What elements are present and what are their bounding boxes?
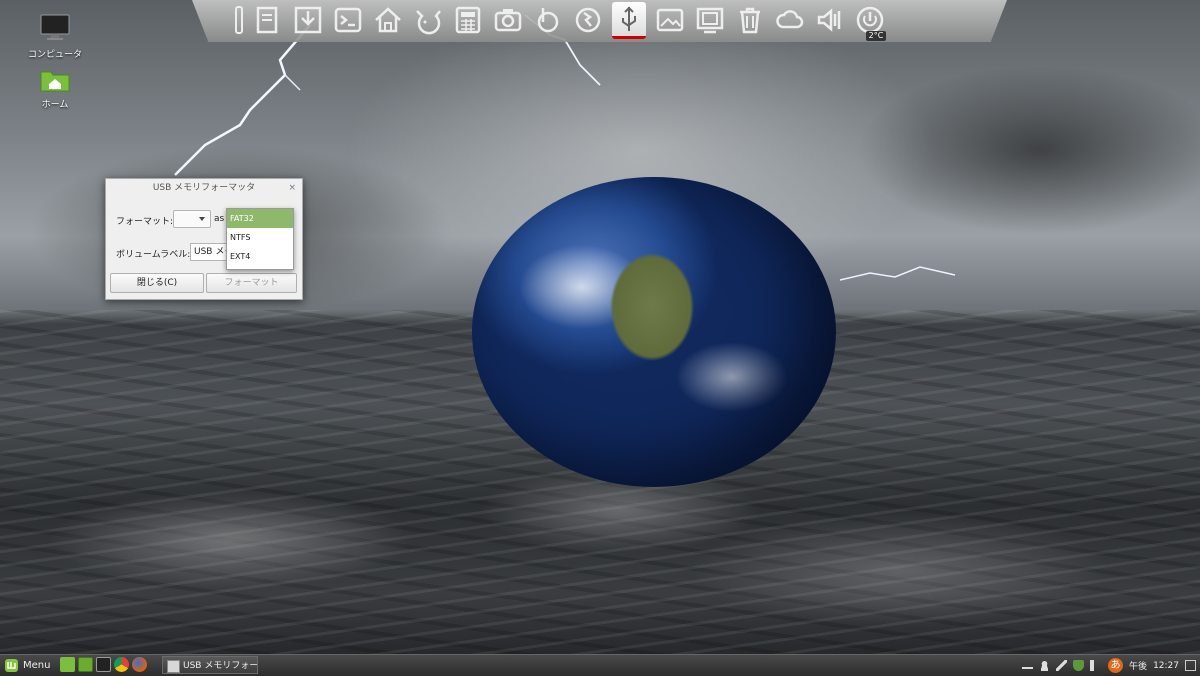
volume-label: ボリュームラベル: [116, 250, 191, 260]
dock-item[interactable] [572, 4, 604, 36]
earth-globe [472, 177, 836, 487]
window-icon [696, 7, 724, 34]
dock-item[interactable] [292, 4, 324, 36]
close-button[interactable]: 閉じる(C) [110, 273, 204, 293]
files-icon[interactable] [78, 657, 93, 672]
menu-item-fat32[interactable]: FAT32 [227, 209, 293, 228]
dock-item[interactable] [734, 4, 766, 36]
home-icon [375, 7, 401, 33]
network-icon[interactable] [1056, 660, 1068, 671]
weather-icon [776, 10, 804, 29]
shield-icon[interactable] [1073, 660, 1085, 671]
dock-item[interactable] [372, 4, 404, 36]
terminal-icon [334, 7, 362, 33]
volume-icon [817, 8, 841, 32]
dock-icons [228, 2, 890, 42]
usb-format-icon [622, 6, 636, 31]
volume-icon[interactable] [1090, 660, 1102, 671]
window-app-icon [167, 660, 180, 673]
lightning-bolt [174, 24, 311, 176]
menu-item-ntfs[interactable]: NTFS [227, 228, 293, 247]
chevron-down-icon [199, 217, 205, 221]
usb-stick-icon [235, 6, 243, 34]
dialog-titlebar[interactable]: USB メモリフォーマッタ × [106, 179, 302, 197]
system-tray: あ 午後 12:27 [1022, 657, 1196, 674]
lightning-bolt [840, 266, 956, 281]
dock-item[interactable] [412, 4, 444, 36]
firefox-icon[interactable] [132, 657, 147, 672]
keyboard-icon[interactable] [1022, 662, 1034, 669]
dock-item-usb-formatter[interactable] [612, 2, 646, 39]
close-icon[interactable]: × [288, 179, 296, 197]
taskbar: Menu USB メモリフォー... あ 午後 12:27 [0, 654, 1200, 676]
dock-item[interactable] [814, 4, 846, 36]
weather-temperature: 2°C [866, 31, 886, 41]
ime-indicator[interactable]: あ [1108, 658, 1124, 673]
dock-item[interactable] [452, 4, 484, 36]
notification-icon[interactable] [1185, 660, 1196, 671]
taskbar-window-title: USB メモリフォー... [183, 661, 258, 671]
home-folder-icon [40, 71, 70, 92]
image-icon [656, 8, 684, 32]
dock-item[interactable] [694, 4, 726, 36]
document-icon [256, 6, 278, 34]
as-text: as [214, 214, 225, 224]
dialog-title: USB メモリフォーマッタ [152, 183, 256, 193]
camera-icon [494, 9, 522, 32]
clock-time[interactable]: 12:27 [1153, 661, 1179, 671]
monitor-icon [40, 14, 70, 40]
dock-item-weather[interactable] [774, 4, 806, 36]
dock-item[interactable] [492, 4, 524, 36]
clock-ampm: 午後 [1129, 662, 1148, 672]
download-icon [294, 6, 322, 34]
show-desktop-icon[interactable] [60, 657, 75, 672]
chrome-icon[interactable] [114, 657, 129, 672]
format-combo[interactable] [173, 210, 211, 228]
dock-item[interactable] [332, 4, 364, 36]
menu-label: Menu [23, 660, 51, 671]
dock-item[interactable] [232, 4, 246, 36]
backup-icon [537, 8, 559, 33]
volume-label-field[interactable]: USB メモリ [190, 243, 231, 261]
desktop-icon-label: ホーム [41, 100, 69, 110]
format-dropdown-menu: FAT32 NTFS EXT4 [226, 208, 294, 270]
taskbar-window-usb-formatter[interactable]: USB メモリフォー... [162, 656, 258, 674]
format-label: フォーマット: [116, 217, 174, 227]
dock-item[interactable] [252, 4, 284, 36]
update-icon [575, 7, 601, 33]
desktop-icon-home[interactable]: ホーム [25, 68, 85, 110]
pidgin-icon [416, 10, 441, 35]
user-icon[interactable] [1039, 660, 1051, 671]
menu-button[interactable]: Menu [4, 657, 50, 674]
calculator-icon [455, 6, 481, 34]
dock-item[interactable] [532, 4, 564, 36]
mint-logo-icon [5, 659, 18, 672]
terminal-icon[interactable] [96, 657, 111, 672]
quick-launch [60, 657, 147, 672]
trash-icon [740, 7, 760, 34]
desktop-icon-label: コンピュータ [27, 50, 82, 60]
desktop-icon-computer[interactable]: コンピュータ [25, 14, 85, 60]
menu-item-ext4[interactable]: EXT4 [227, 247, 293, 266]
format-button[interactable]: フォーマット [206, 273, 297, 293]
dock-item[interactable] [654, 4, 686, 36]
